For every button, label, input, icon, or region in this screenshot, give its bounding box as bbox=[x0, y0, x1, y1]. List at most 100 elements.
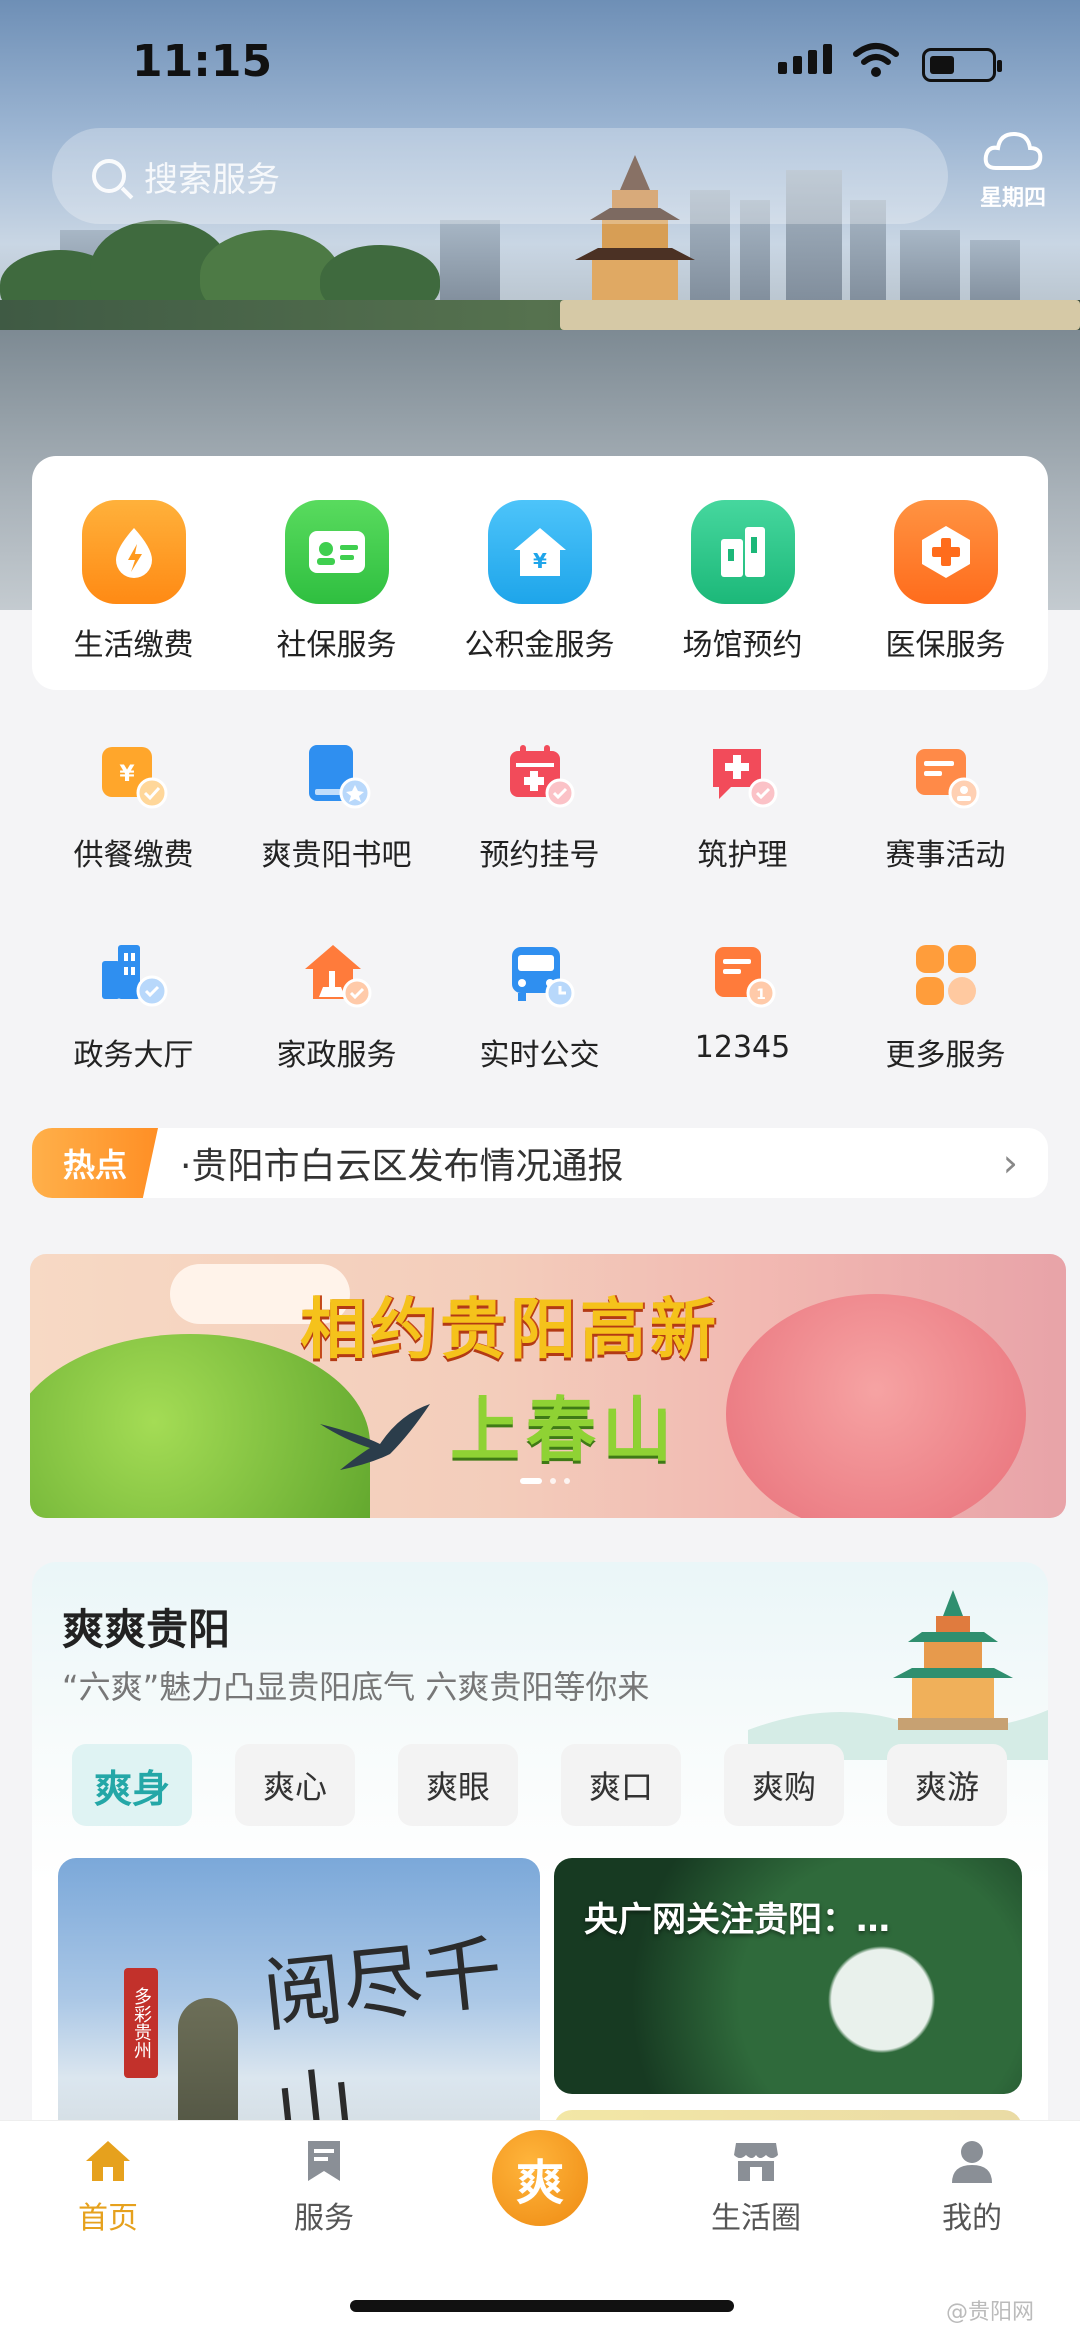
service-social-security[interactable]: 社保服务 bbox=[235, 500, 438, 664]
tab-label: 首页 bbox=[78, 2201, 138, 2236]
service-more[interactable]: 更多服务 bbox=[844, 936, 1047, 1074]
hot-news-bar[interactable]: 热点 ·贵阳市白云区发布情况通报 › bbox=[32, 1128, 1048, 1198]
services-grid-row-2: 政务大厅 家政服务 实时公交 1 12345 更多服务 bbox=[32, 936, 1048, 1074]
banner-title: 相约贵阳高新 bbox=[300, 1291, 720, 1368]
house-yuan-icon: ¥ bbox=[487, 500, 592, 604]
nursing-chat-icon bbox=[703, 736, 783, 816]
center-logo-button[interactable]: 爽 bbox=[492, 2130, 588, 2226]
tab-shuanggou[interactable]: 爽购 bbox=[724, 1744, 844, 1826]
pagoda-illustration bbox=[748, 1590, 1048, 1760]
service-label: 12345 bbox=[694, 1030, 791, 1065]
carousel-indicator bbox=[520, 1478, 570, 1484]
hotline-icon: 1 bbox=[703, 936, 783, 1016]
hot-tag: 热点 bbox=[32, 1128, 158, 1198]
chevron-right-icon: › bbox=[1002, 1141, 1018, 1185]
bookmark-icon bbox=[308, 2141, 340, 2181]
tab-shuangxin[interactable]: 爽心 bbox=[235, 1744, 355, 1826]
service-realtime-bus[interactable]: 实时公交 bbox=[438, 936, 641, 1074]
service-label: 生活缴费 bbox=[73, 628, 194, 663]
banner-subtitle: 上春山 bbox=[450, 1389, 678, 1471]
home-icon bbox=[86, 2141, 130, 2181]
tab-shuangshen[interactable]: 爽身 bbox=[72, 1744, 192, 1826]
search-icon bbox=[92, 159, 126, 193]
book-icon bbox=[297, 736, 377, 816]
service-meal-payment[interactable]: ¥ 供餐缴费 bbox=[32, 736, 235, 874]
wifi-icon bbox=[853, 43, 899, 77]
weather-day: 星期四 bbox=[979, 186, 1046, 211]
section-subtitle: “六爽”魅力凸显贵阳底气 六爽贵阳等你来 bbox=[62, 1668, 650, 1706]
status-bar: 11:15 bbox=[0, 0, 1080, 120]
user-icon bbox=[952, 2141, 992, 2183]
service-book-bar[interactable]: 爽贵阳书吧 bbox=[235, 736, 438, 874]
content-card-news[interactable]: 央广网关注贵阳：… bbox=[554, 1858, 1022, 2094]
service-hotline-12345[interactable]: 1 12345 bbox=[641, 936, 844, 1074]
service-life-payment[interactable]: 生活缴费 bbox=[32, 500, 235, 664]
id-card-icon bbox=[284, 500, 389, 604]
services-grid-row-1: ¥ 供餐缴费 爽贵阳书吧 预约挂号 筑护理 赛事活动 bbox=[32, 736, 1048, 874]
service-label: 社保服务 bbox=[276, 628, 397, 663]
service-label: 赛事活动 bbox=[885, 838, 1006, 873]
meal-payment-icon: ¥ bbox=[94, 736, 174, 816]
cloud-icon bbox=[983, 131, 1043, 170]
service-label: 筑护理 bbox=[697, 838, 788, 873]
swallow-illustration bbox=[320, 1404, 430, 1470]
service-venue-booking[interactable]: 场馆预约 bbox=[641, 500, 844, 664]
service-label: 政务大厅 bbox=[73, 1038, 194, 1073]
flame-bolt-icon bbox=[81, 500, 186, 604]
event-card-icon bbox=[906, 736, 986, 816]
hot-news-text: ·贵阳市白云区发布情况通报 bbox=[180, 1146, 624, 1187]
primary-services-grid: 生活缴费 社保服务 ¥ 公积金服务 场馆预约 医保服务 bbox=[32, 500, 1048, 664]
service-nursing[interactable]: 筑护理 bbox=[641, 736, 844, 874]
tab-mine[interactable]: 我的 bbox=[902, 2139, 1042, 2237]
service-label: 实时公交 bbox=[479, 1038, 600, 1073]
cellular-signal-icon bbox=[778, 44, 832, 74]
svg-text:¥: ¥ bbox=[533, 549, 547, 573]
svg-text:1: 1 bbox=[756, 987, 766, 1003]
tab-label: 服务 bbox=[294, 2201, 354, 2236]
tab-shuangyou[interactable]: 爽游 bbox=[887, 1744, 1007, 1826]
service-label: 更多服务 bbox=[885, 1038, 1006, 1073]
service-events[interactable]: 赛事活动 bbox=[844, 736, 1047, 874]
more-grid-icon bbox=[906, 936, 986, 1016]
tab-label: 我的 bbox=[942, 2201, 1002, 2236]
service-label: 爽贵阳书吧 bbox=[261, 838, 412, 873]
tab-life-circle[interactable]: 生活圈 bbox=[686, 2139, 826, 2237]
service-label: 场馆预约 bbox=[682, 628, 803, 663]
colorful-guizhou-seal: 多彩贵州 bbox=[124, 1968, 158, 2078]
government-hall-icon bbox=[94, 936, 174, 1016]
tab-home[interactable]: 首页 bbox=[38, 2139, 178, 2237]
weather-widget[interactable]: 星期四 bbox=[978, 128, 1048, 212]
center-logo-icon: 爽 bbox=[515, 2155, 564, 2211]
service-label: 公积金服务 bbox=[464, 628, 615, 663]
store-icon bbox=[734, 2143, 778, 2181]
svg-text:¥: ¥ bbox=[119, 762, 135, 787]
service-government-hall[interactable]: 政务大厅 bbox=[32, 936, 235, 1074]
service-appointment[interactable]: 预约挂号 bbox=[438, 736, 641, 874]
watermark: @贵阳网 bbox=[946, 2300, 1035, 2325]
calendar-plus-icon bbox=[500, 736, 580, 816]
tab-shuangyan[interactable]: 爽眼 bbox=[398, 1744, 518, 1826]
service-label: 预约挂号 bbox=[479, 838, 600, 873]
category-tabs: 爽身 爽心 爽眼 爽口 爽购 爽游 bbox=[72, 1744, 1007, 1826]
tab-shuangkou[interactable]: 爽口 bbox=[561, 1744, 681, 1826]
building-icon bbox=[690, 500, 795, 604]
medical-cross-icon bbox=[893, 500, 998, 604]
service-housing-fund[interactable]: ¥ 公积金服务 bbox=[438, 500, 641, 664]
service-medical-insurance[interactable]: 医保服务 bbox=[844, 500, 1047, 664]
card-caption: 央广网关注贵阳：… bbox=[584, 1900, 890, 1940]
status-time: 11:15 bbox=[132, 36, 273, 87]
service-housekeeping[interactable]: 家政服务 bbox=[235, 936, 438, 1074]
bus-icon bbox=[500, 936, 580, 1016]
app-screen: 11:15 搜索服务 星期四 生活缴费 社保服务 ¥ 公积金服务 场馆预约 医保… bbox=[0, 0, 1080, 2337]
service-label: 家政服务 bbox=[276, 1038, 397, 1073]
search-placeholder: 搜索服务 bbox=[144, 159, 280, 200]
tab-label: 生活圈 bbox=[711, 2201, 801, 2236]
tab-services[interactable]: 服务 bbox=[254, 2139, 394, 2237]
service-label: 供餐缴费 bbox=[73, 838, 194, 873]
section-title: 爽爽贵阳 bbox=[62, 1605, 231, 1654]
housekeeping-icon bbox=[297, 936, 377, 1016]
home-indicator[interactable] bbox=[350, 2300, 734, 2312]
search-bar[interactable]: 搜索服务 bbox=[52, 128, 948, 224]
service-label: 医保服务 bbox=[885, 628, 1006, 663]
blossom-illustration bbox=[726, 1294, 1026, 1518]
